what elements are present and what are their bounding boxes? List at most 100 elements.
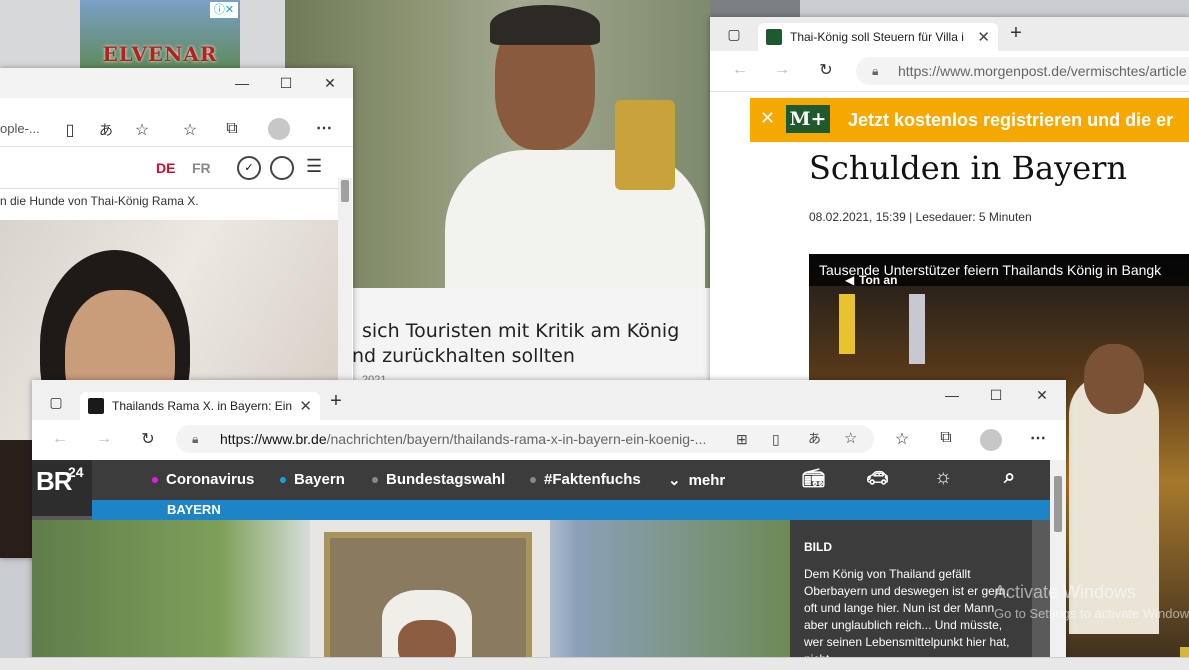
br-article-photo — [32, 520, 790, 669]
br-close-window-button[interactable]: ✕ — [1020, 380, 1064, 410]
br-minimize-button[interactable]: — — [930, 380, 974, 410]
sidebar-title: BILD — [804, 540, 832, 554]
account-icon[interactable] — [270, 156, 294, 180]
mp-tab-title: Thai-König soll Steuern für Villa i — [790, 30, 964, 44]
nav-coronavirus[interactable]: Coronavirus — [152, 471, 254, 488]
radio-icon[interactable]: 📻︎ — [802, 468, 825, 489]
coronavirus-dot-icon — [152, 477, 158, 484]
br-apps-icon[interactable]: ⊞ — [736, 425, 748, 453]
more-menu-icon[interactable]: ⋯ — [312, 118, 336, 138]
br-navbar: ← → ↻ 🔒︎ https://www.br.de/nachrichten/b… — [32, 420, 1066, 461]
search-icon[interactable]: ⌕ — [1004, 466, 1015, 489]
read-aloud-icon[interactable]: あ — [96, 120, 116, 140]
br-refresh-icon[interactable]: ↻ — [138, 429, 158, 449]
mp-favicon — [766, 29, 782, 45]
nav-bundestagswahl[interactable]: Bundestagswahl — [372, 471, 505, 488]
section-label[interactable]: BAYERN — [167, 502, 221, 517]
mp-headline: Schulden in Bayern — [809, 149, 1128, 187]
minimize-button[interactable]: — — [220, 68, 264, 98]
add-favorite-icon[interactable]: ☆ — [132, 120, 152, 140]
mp-address-bar[interactable]: 🔒︎ https://www.morgenpost.de/vermischtes… — [856, 57, 1189, 85]
back-icon[interactable]: ← — [730, 61, 750, 79]
br-forward-icon[interactable]: → — [94, 430, 114, 448]
br24-window: ▢ Thailands Rama X. in Bayern: Ein ✕ + —… — [32, 380, 1066, 669]
activation-watermark-title: Activate Windows — [994, 582, 1137, 602]
br-maximize-button[interactable]: ☐ — [974, 380, 1018, 410]
br-back-icon[interactable]: ← — [50, 430, 70, 448]
br-new-tab-icon[interactable]: + — [326, 390, 346, 413]
lock-icon: 🔒︎ — [872, 64, 879, 78]
lang-de[interactable]: DE — [156, 160, 175, 176]
br-profile-avatar[interactable] — [980, 429, 1002, 451]
mp-tab-close-icon[interactable]: ✕ — [977, 28, 990, 46]
ad-brand: ELVENAR — [102, 42, 218, 66]
br-more-menu-icon[interactable]: ⋯ — [1026, 428, 1050, 448]
maximize-button[interactable]: ☐ — [264, 68, 308, 98]
mplus-logo: M+ — [786, 105, 830, 133]
mp-meta: 08.02.2021, 15:39 | Lesedauer: 5 Minuten — [809, 210, 1032, 224]
br-collections-icon[interactable]: ⧉ — [936, 429, 956, 447]
nav-faktenfuchs[interactable]: #Faktenfuchs — [530, 471, 641, 488]
br-tab[interactable]: Thailands Rama X. in Bayern: Ein ✕ — [80, 392, 320, 420]
br-add-favorite-icon[interactable]: ☆ — [844, 425, 857, 453]
ad-choices-icon[interactable]: ⓘ✕ — [210, 2, 238, 18]
mp-banner[interactable]: ✕ M+ Jetzt kostenlos registrieren und di… — [750, 98, 1189, 142]
taskbar — [0, 657, 1189, 670]
lang-fr[interactable]: FR — [192, 160, 211, 176]
mp-navbar: ← → ↻ 🔒︎ https://www.morgenpost.de/vermi… — [710, 51, 1189, 92]
br-url-path: /nachrichten/bayern/thailands-rama-x-in-… — [326, 431, 707, 447]
bayern-dot-icon — [280, 477, 286, 484]
collections-icon[interactable]: ⧉ — [222, 120, 242, 138]
bg-headline-1[interactable]: sich Touristen mit Kritik am König — [362, 320, 679, 342]
br-reader-icon[interactable]: ▯ — [772, 425, 780, 453]
mp-tab[interactable]: Thai-König soll Steuern für Villa i ✕ — [758, 23, 998, 51]
left-titlebar: — ☐ ✕ — [0, 68, 353, 98]
profile-avatar[interactable] — [268, 118, 290, 140]
br-favorites-icon[interactable]: ☆ — [892, 429, 912, 449]
refresh-icon[interactable]: ↻ — [816, 60, 836, 80]
mp-titlebar: ▢ Thai-König soll Steuern für Villa i ✕ … — [710, 17, 1189, 51]
chevron-down-icon: ⌄ — [668, 472, 681, 489]
privacy-shield-icon[interactable]: ✓ — [237, 156, 261, 180]
br-scrollbar[interactable] — [1050, 460, 1066, 669]
br-favicon — [88, 398, 104, 414]
favorites-icon[interactable]: ☆ — [180, 120, 200, 140]
tab-actions-icon[interactable]: ▢ — [726, 26, 742, 43]
traffic-car-icon[interactable]: 🚗︎ — [866, 468, 889, 489]
ad-banner[interactable]: ELVENAR ⓘ✕ — [80, 0, 240, 70]
br-address-bar[interactable]: 🔒︎ https://www.br.de/nachrichten/bayern/… — [176, 425, 874, 453]
activation-watermark-sub: Go to Settings to activate Windows. — [994, 606, 1189, 621]
banner-close-icon[interactable]: ✕ — [760, 108, 775, 129]
weather-icon[interactable]: ☼ — [934, 466, 952, 489]
br-lock-icon: 🔒︎ — [192, 432, 199, 446]
br-logo-number: 24 — [68, 464, 84, 480]
sound-icon[interactable]: ◀ — [845, 273, 854, 287]
br24-logo[interactable]: BR 24 — [32, 460, 92, 516]
mp-url: https://www.morgenpost.de/vermischtes/ar… — [898, 63, 1187, 79]
url-fragment[interactable]: ople-... — [0, 121, 40, 136]
br-scroll-thumb[interactable] — [1054, 476, 1062, 532]
br-tab-close-icon[interactable]: ✕ — [299, 397, 312, 415]
banner-text: Jetzt kostenlos registrieren und die er — [848, 110, 1174, 130]
br-tab-actions-icon[interactable]: ▢ — [48, 394, 64, 411]
bg-headline-2[interactable]: nd zurückhalten sollten — [352, 345, 575, 367]
photo-caption: n die Hunde von Thai-König Rama X. — [0, 194, 199, 208]
bundestagswahl-dot-icon — [372, 477, 378, 484]
close-window-button[interactable]: ✕ — [308, 68, 352, 98]
left-scroll-thumb[interactable] — [341, 180, 349, 202]
nav-mehr[interactable]: ⌄ mehr — [668, 471, 725, 489]
sidebar-text: Dem König von Thailand gefällt Oberbayer… — [804, 567, 1010, 666]
forward-icon[interactable]: → — [772, 61, 792, 79]
section-bar: BAYERN — [92, 500, 1066, 520]
nav-bayern[interactable]: Bayern — [280, 471, 345, 488]
left-toolbar: ople-... ▯ あ ☆ ☆ ⧉ ⋯ — [0, 112, 353, 147]
new-tab-icon[interactable]: + — [1006, 22, 1026, 45]
br-logo-text: BR — [36, 466, 73, 496]
br-url-domain: https://www.br.de — [220, 431, 327, 447]
immersive-reader-icon[interactable]: ▯ — [60, 120, 80, 140]
br-read-aloud-icon[interactable]: あ — [808, 425, 821, 453]
site-header: DE FR ✓ ☰ — [0, 148, 340, 189]
video-sound-label[interactable]: Ton an — [859, 273, 897, 287]
menu-search-icon[interactable]: ☰ — [306, 156, 322, 177]
br-site-nav: BR 24 Coronavirus Bayern Bundestagswahl … — [32, 460, 1066, 516]
